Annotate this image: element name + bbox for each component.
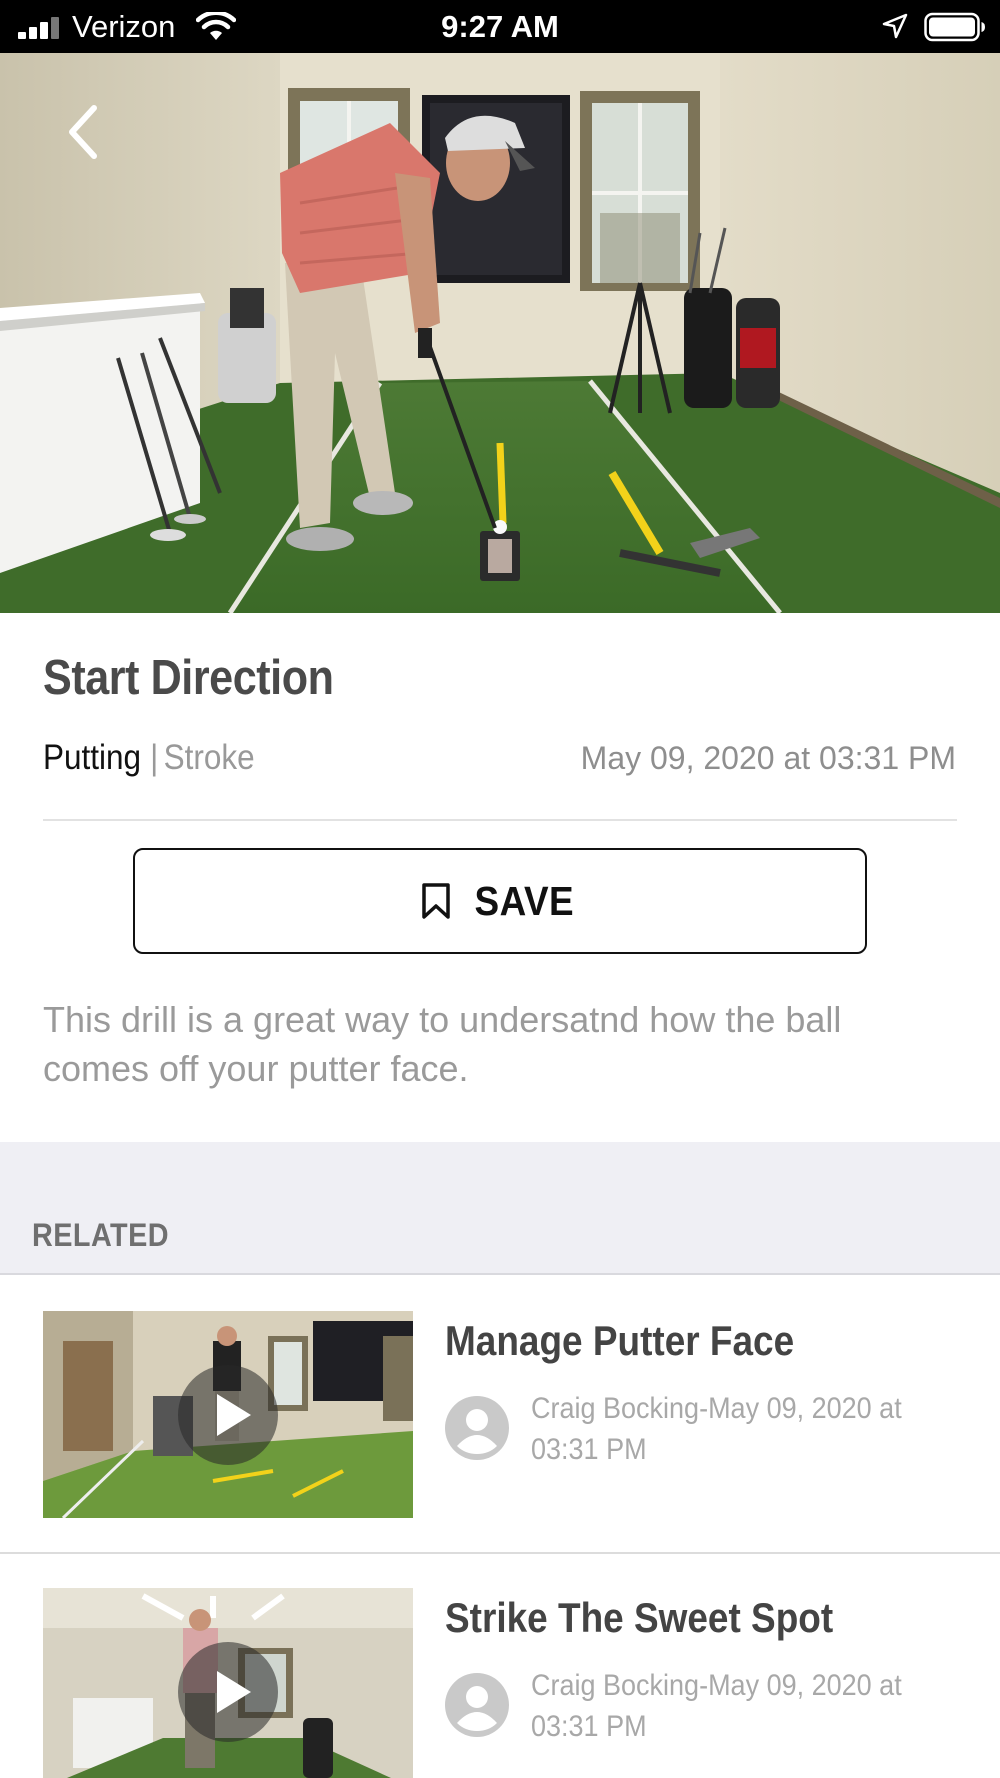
related-item[interactable]: Manage Putter Face Craig Bocking-May 09,…	[0, 1277, 1000, 1553]
related-item-title[interactable]: Manage Putter Face	[445, 1317, 794, 1365]
divider	[43, 819, 957, 821]
video-hero-image[interactable]	[0, 53, 1000, 613]
subcategory-label[interactable]: Stroke	[164, 738, 255, 777]
category-separator: |	[150, 738, 159, 777]
location-arrow-icon	[882, 13, 908, 39]
related-thumbnail[interactable]	[43, 1588, 413, 1778]
play-button[interactable]	[178, 1642, 278, 1742]
play-button[interactable]	[178, 1365, 278, 1465]
related-item[interactable]: Strike The Sweet Spot Craig Bocking-May …	[0, 1554, 1000, 1778]
battery-icon	[924, 12, 985, 42]
save-button-label: SAVE	[474, 877, 574, 924]
user-avatar-icon	[445, 1396, 509, 1460]
video-description: This drill is a great way to undersatnd …	[43, 999, 842, 1089]
play-icon	[217, 1394, 251, 1436]
category-label[interactable]: Putting	[43, 738, 141, 777]
related-item-byline: Craig Bocking-May 09, 2020 at 03:31 PM	[531, 1669, 902, 1743]
related-heading: RELATED	[32, 1217, 170, 1253]
status-bar: Verizon 9:27 AM	[0, 0, 1000, 53]
related-thumbnail[interactable]	[43, 1311, 413, 1518]
status-time: 9:27 AM	[441, 9, 559, 44]
related-item-byline: Craig Bocking-May 09, 2020 at 03:31 PM	[531, 1392, 902, 1466]
save-button[interactable]: SAVE	[133, 848, 867, 954]
video-category-line: Putting | Stroke	[43, 738, 255, 778]
related-section-header: RELATED	[0, 1142, 1000, 1275]
video-date: May 09, 2020 at 03:31 PM	[580, 740, 956, 776]
play-icon	[217, 1671, 251, 1713]
related-item-title[interactable]: Strike The Sweet Spot	[445, 1594, 833, 1642]
back-button[interactable]	[60, 100, 104, 164]
video-title: Start Direction	[43, 651, 334, 705]
bookmark-icon	[421, 883, 450, 919]
user-avatar-icon	[445, 1673, 509, 1737]
